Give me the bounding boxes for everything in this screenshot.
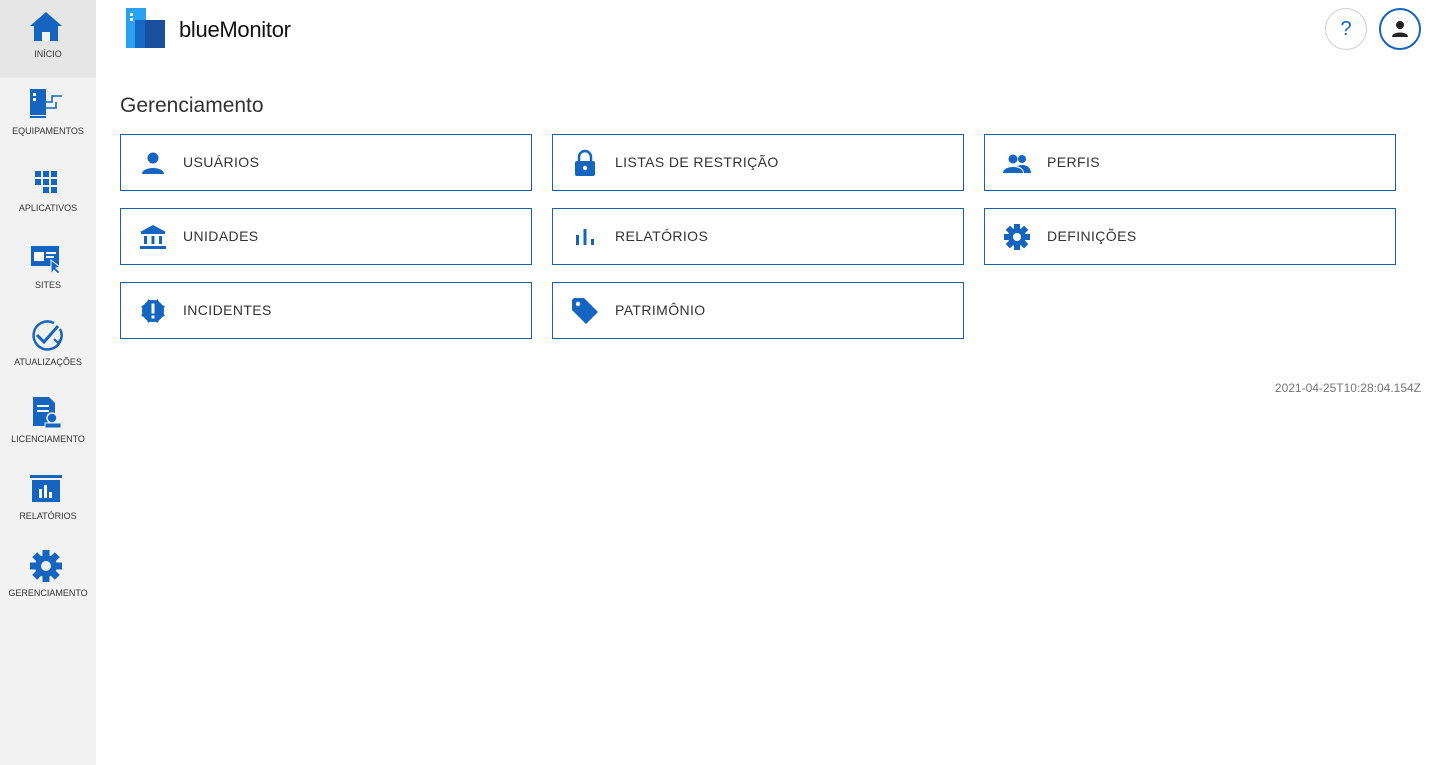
card-usuarios[interactable]: USUÁRIOS	[120, 134, 532, 191]
sidebar-item-label: ATUALIZAÇÕES	[14, 357, 82, 367]
apps-grid-icon	[35, 171, 57, 193]
card-listas-de-restricao[interactable]: LISTAS DE RESTRIÇÃO	[552, 134, 964, 191]
card-label: UNIDADES	[183, 228, 259, 244]
user-account-button[interactable]	[1379, 8, 1421, 50]
sidebar-item-label: EQUIPAMENTOS	[12, 126, 84, 136]
home-icon	[30, 12, 62, 41]
sidebar-item-label: INÍCIO	[34, 49, 62, 59]
card-unidades[interactable]: UNIDADES	[120, 208, 532, 265]
sidebar-item-label: RELATÓRIOS	[19, 511, 77, 521]
sidebar-item-relatorios[interactable]: RELATÓRIOS	[0, 462, 96, 539]
help-button[interactable]: ?	[1325, 8, 1367, 50]
alert-badge-icon	[141, 299, 165, 323]
sidebar-item-licenciamento[interactable]: LICENCIAMENTO	[0, 385, 96, 462]
card-label: PERFIS	[1047, 154, 1100, 170]
sidebar-item-label: GERENCIAMENTO	[8, 588, 88, 598]
sidebar-item-label: LICENCIAMENTO	[11, 434, 85, 444]
card-definicoes[interactable]: DEFINIÇÕES	[984, 208, 1396, 265]
sidebar: INÍCIO EQUIPAMENTOS APLICATIVOS SITES AT…	[0, 0, 96, 765]
sidebar-item-label: SITES	[34, 280, 61, 290]
help-icon: ?	[1340, 18, 1352, 40]
page-title: Gerenciamento	[120, 94, 264, 117]
user-icon	[1392, 21, 1408, 37]
lock-icon	[575, 149, 595, 176]
sidebar-item-gerenciamento[interactable]: GERENCIAMENTO	[0, 539, 96, 616]
bar-chart-icon	[30, 475, 62, 502]
app-title: blueMonitor	[179, 17, 291, 42]
people-icon	[1003, 154, 1031, 173]
card-relatorios[interactable]: RELATÓRIOS	[552, 208, 964, 265]
bar-chart-icon	[576, 229, 594, 245]
card-perfis[interactable]: PERFIS	[984, 134, 1396, 191]
card-incidentes[interactable]: INCIDENTES	[120, 282, 532, 339]
sidebar-item-inicio[interactable]: INÍCIO	[0, 0, 96, 77]
sidebar-item-aplicativos[interactable]: APLICATIVOS	[0, 154, 96, 231]
person-icon	[142, 152, 164, 174]
sidebar-item-equipamentos[interactable]: EQUIPAMENTOS	[0, 77, 96, 154]
sidebar-item-atualizacoes[interactable]: ATUALIZAÇÕES	[0, 308, 96, 385]
card-label: PATRIMÔNIO	[615, 302, 706, 318]
check-circle-icon	[32, 320, 63, 351]
devices-icon	[30, 89, 62, 118]
build-timestamp: 2021-04-25T10:28:04.154Z	[1274, 381, 1421, 395]
browser-cursor-icon	[31, 246, 62, 276]
card-label: DEFINIÇÕES	[1047, 228, 1137, 244]
card-label: INCIDENTES	[183, 302, 272, 318]
card-label: USUÁRIOS	[183, 154, 260, 170]
gear-icon	[1004, 224, 1030, 250]
card-label: LISTAS DE RESTRIÇÃO	[615, 154, 779, 170]
card-label: RELATÓRIOS	[615, 228, 709, 244]
license-icon	[33, 397, 62, 429]
bank-icon	[140, 225, 166, 249]
sidebar-item-sites[interactable]: SITES	[0, 231, 96, 308]
sidebar-item-label: APLICATIVOS	[18, 203, 78, 213]
card-patrimonio[interactable]: PATRIMÔNIO	[552, 282, 964, 339]
tag-icon	[572, 298, 598, 324]
gear-icon	[30, 550, 62, 582]
bluemonitor-logo	[126, 8, 165, 48]
